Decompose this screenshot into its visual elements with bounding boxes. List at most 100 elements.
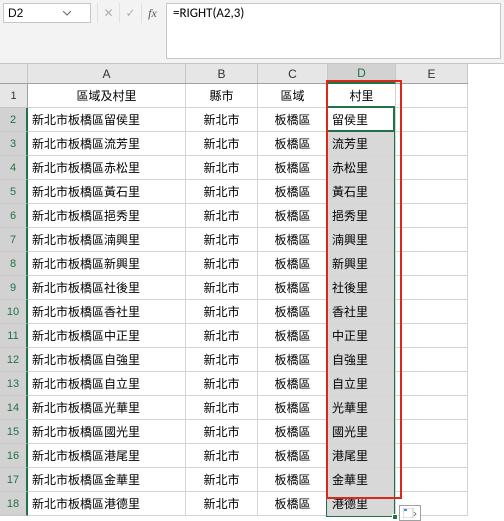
row-header-8[interactable]: 8 <box>0 252 28 276</box>
row-header-4[interactable]: 4 <box>0 156 28 180</box>
cell-C9[interactable]: 板橋區 <box>258 276 328 300</box>
cell-B18[interactable]: 新北市 <box>186 492 258 516</box>
cell-B6[interactable]: 新北市 <box>186 204 258 228</box>
cell-C14[interactable]: 板橋區 <box>258 396 328 420</box>
cell-D14[interactable]: 光華里 <box>328 396 396 420</box>
cell-C5[interactable]: 板橋區 <box>258 180 328 204</box>
cell-E8[interactable] <box>396 252 468 276</box>
cancel-icon[interactable]: ✕ <box>97 3 119 23</box>
cell-C8[interactable]: 板橋區 <box>258 252 328 276</box>
cell-B12[interactable]: 新北市 <box>186 348 258 372</box>
cell-A3[interactable]: 新北市板橋區流芳里 <box>28 132 186 156</box>
row-header-12[interactable]: 12 <box>0 348 28 372</box>
cell-A6[interactable]: 新北市板橋區挹秀里 <box>28 204 186 228</box>
cell-B17[interactable]: 新北市 <box>186 468 258 492</box>
cell-C12[interactable]: 板橋區 <box>258 348 328 372</box>
cell-D13[interactable]: 自立里 <box>328 372 396 396</box>
cell-B5[interactable]: 新北市 <box>186 180 258 204</box>
row-header-9[interactable]: 9 <box>0 276 28 300</box>
row-header-17[interactable]: 17 <box>0 468 28 492</box>
cell-C11[interactable]: 板橋區 <box>258 324 328 348</box>
cell-B1[interactable]: 縣市 <box>186 84 258 108</box>
cell-D2[interactable]: 留侯里 <box>328 108 396 132</box>
name-box[interactable]: D2 <box>3 3 91 23</box>
cell-C16[interactable]: 板橋區 <box>258 444 328 468</box>
cell-E3[interactable] <box>396 132 468 156</box>
cell-A7[interactable]: 新北市板橋區湳興里 <box>28 228 186 252</box>
cell-grid[interactable]: 區域及村里縣市區域村里新北市板橋區留侯里新北市板橋區留侯里新北市板橋區流芳里新北… <box>28 84 468 516</box>
cell-C17[interactable]: 板橋區 <box>258 468 328 492</box>
row-header-3[interactable]: 3 <box>0 132 28 156</box>
cell-C15[interactable]: 板橋區 <box>258 420 328 444</box>
cell-D11[interactable]: 中正里 <box>328 324 396 348</box>
column-header-C[interactable]: C <box>258 64 328 83</box>
cell-B16[interactable]: 新北市 <box>186 444 258 468</box>
cell-A14[interactable]: 新北市板橋區光華里 <box>28 396 186 420</box>
fx-icon[interactable]: fx <box>141 3 163 23</box>
cell-A15[interactable]: 新北市板橋區國光里 <box>28 420 186 444</box>
cell-E9[interactable] <box>396 276 468 300</box>
select-all-corner[interactable] <box>0 64 28 84</box>
cell-C4[interactable]: 板橋區 <box>258 156 328 180</box>
cell-B2[interactable]: 新北市 <box>186 108 258 132</box>
row-header-6[interactable]: 6 <box>0 204 28 228</box>
row-header-14[interactable]: 14 <box>0 396 28 420</box>
row-header-15[interactable]: 15 <box>0 420 28 444</box>
cell-B15[interactable]: 新北市 <box>186 420 258 444</box>
cell-D7[interactable]: 湳興里 <box>328 228 396 252</box>
row-header-10[interactable]: 10 <box>0 300 28 324</box>
row-header-2[interactable]: 2 <box>0 108 28 132</box>
cell-B11[interactable]: 新北市 <box>186 324 258 348</box>
cell-E10[interactable] <box>396 300 468 324</box>
cell-D10[interactable]: 香社里 <box>328 300 396 324</box>
cell-E13[interactable] <box>396 372 468 396</box>
cell-A1[interactable]: 區域及村里 <box>28 84 186 108</box>
cell-E11[interactable] <box>396 324 468 348</box>
cell-E15[interactable] <box>396 420 468 444</box>
cell-C1[interactable]: 區域 <box>258 84 328 108</box>
row-header-7[interactable]: 7 <box>0 228 28 252</box>
cell-C7[interactable]: 板橋區 <box>258 228 328 252</box>
cell-D12[interactable]: 自強里 <box>328 348 396 372</box>
name-box-dropdown-icon[interactable] <box>47 7 86 19</box>
cell-A5[interactable]: 新北市板橋區黃石里 <box>28 180 186 204</box>
formula-input[interactable]: =RIGHT(A2,3) <box>166 3 501 59</box>
cell-A17[interactable]: 新北市板橋區金華里 <box>28 468 186 492</box>
cell-B3[interactable]: 新北市 <box>186 132 258 156</box>
row-header-1[interactable]: 1 <box>0 84 28 108</box>
cell-C18[interactable]: 板橋區 <box>258 492 328 516</box>
cell-A11[interactable]: 新北市板橋區中正里 <box>28 324 186 348</box>
cell-A2[interactable]: 新北市板橋區留侯里 <box>28 108 186 132</box>
cell-C6[interactable]: 板橋區 <box>258 204 328 228</box>
cell-E4[interactable] <box>396 156 468 180</box>
cell-A8[interactable]: 新北市板橋區新興里 <box>28 252 186 276</box>
row-header-18[interactable]: 18 <box>0 492 28 516</box>
cell-A18[interactable]: 新北市板橋區港德里 <box>28 492 186 516</box>
cell-E16[interactable] <box>396 444 468 468</box>
cell-B8[interactable]: 新北市 <box>186 252 258 276</box>
cell-D1[interactable]: 村里 <box>328 84 396 108</box>
autofill-options-icon[interactable] <box>399 505 421 521</box>
cell-A10[interactable]: 新北市板橋區香社里 <box>28 300 186 324</box>
cell-B7[interactable]: 新北市 <box>186 228 258 252</box>
cell-D5[interactable]: 黃石里 <box>328 180 396 204</box>
cell-A16[interactable]: 新北市板橋區港尾里 <box>28 444 186 468</box>
cell-B14[interactable]: 新北市 <box>186 396 258 420</box>
cell-A4[interactable]: 新北市板橋區赤松里 <box>28 156 186 180</box>
cell-C2[interactable]: 板橋區 <box>258 108 328 132</box>
cell-E14[interactable] <box>396 396 468 420</box>
cell-B9[interactable]: 新北市 <box>186 276 258 300</box>
cell-C3[interactable]: 板橋區 <box>258 132 328 156</box>
cell-B10[interactable]: 新北市 <box>186 300 258 324</box>
cell-E12[interactable] <box>396 348 468 372</box>
cell-D18[interactable]: 港德里 <box>328 492 396 516</box>
cell-E5[interactable] <box>396 180 468 204</box>
cell-C10[interactable]: 板橋區 <box>258 300 328 324</box>
cell-D6[interactable]: 挹秀里 <box>328 204 396 228</box>
cell-D9[interactable]: 社後里 <box>328 276 396 300</box>
cell-D15[interactable]: 國光里 <box>328 420 396 444</box>
cell-D8[interactable]: 新興里 <box>328 252 396 276</box>
cell-A12[interactable]: 新北市板橋區自強里 <box>28 348 186 372</box>
column-header-D[interactable]: D <box>328 64 396 84</box>
column-header-B[interactable]: B <box>186 64 258 83</box>
